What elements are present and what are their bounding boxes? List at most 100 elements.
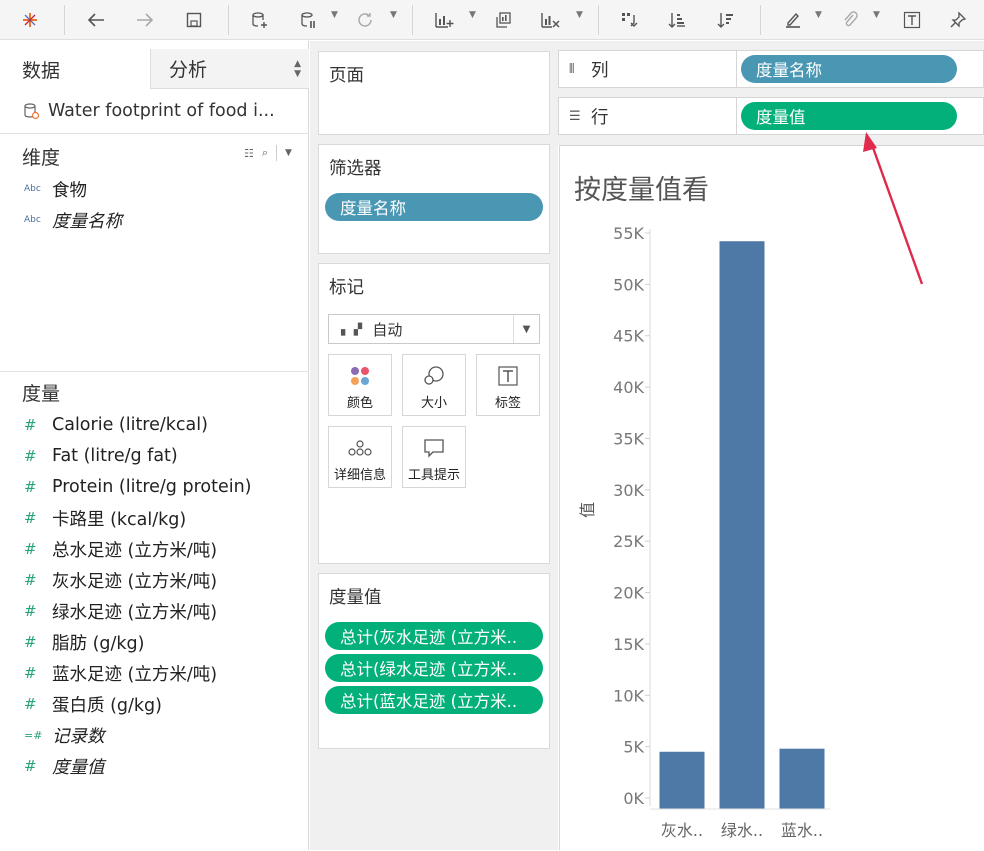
new-datasource-icon[interactable] — [247, 6, 271, 34]
x-tick-label: 灰水.. — [661, 821, 703, 840]
measure-field[interactable]: # 度量值 — [24, 753, 105, 779]
clear-dropdown-icon[interactable]: ▼ — [576, 10, 583, 20]
chevron-down-icon[interactable]: ▼ — [513, 315, 539, 343]
measure-field[interactable]: # 蛋白质 (g/kg) — [24, 691, 162, 717]
field-name: 绿水足迹 (立方米/吨) — [52, 602, 218, 623]
measure-field[interactable]: # Calorie (litre/kcal) — [24, 412, 208, 438]
measure-field[interactable]: # Protein (litre/g protein) — [24, 474, 252, 500]
y-tick-label: 5K — [623, 738, 644, 757]
number-type-icon: # — [24, 664, 37, 682]
field-name: 度量值 — [52, 757, 105, 778]
size-button[interactable]: 大小 — [402, 354, 466, 416]
text-label-icon[interactable] — [900, 6, 924, 34]
bar — [659, 751, 705, 809]
attach-dropdown-icon[interactable]: ▼ — [873, 10, 880, 20]
redo-icon[interactable] — [133, 6, 157, 34]
rows-pill-measure-values[interactable]: 度量值 — [741, 102, 957, 130]
swap-icon[interactable] — [617, 6, 641, 34]
number-type-icon: # — [24, 571, 37, 589]
field-name: Protein (litre/g protein) — [52, 477, 252, 497]
number-type-icon: =# — [24, 728, 43, 742]
y-tick-label: 55K — [613, 224, 644, 243]
new-worksheet-icon[interactable] — [432, 6, 456, 34]
measure-value-pill-blue-water[interactable]: 总计(蓝水足迹 (立方米.. — [325, 686, 543, 714]
x-tick-label: 蓝水.. — [781, 821, 823, 840]
mark-type-select[interactable]: ▖▗▘ 自动 ▼ — [328, 314, 540, 344]
dimension-field-measure-names[interactable]: Abc 度量名称 — [24, 207, 122, 233]
list-view-icon[interactable]: ☷ — [244, 147, 254, 160]
label-button[interactable]: 标签 — [476, 354, 540, 416]
highlight-icon[interactable] — [781, 6, 805, 34]
marks-title: 标记 — [329, 278, 364, 298]
columns-shelf[interactable]: ⫴ 列 度量名称 — [558, 50, 984, 88]
dimension-menu-dropdown-icon[interactable]: ▼ — [285, 148, 292, 158]
undo-icon[interactable] — [84, 6, 108, 34]
columns-shelf-label: ⫴ 列 — [559, 51, 737, 87]
measure-value-pill-green-water[interactable]: 总计(绿水足迹 (立方米.. — [325, 654, 543, 682]
text-icon — [498, 366, 518, 386]
dimensions-title: 维度 — [22, 147, 61, 169]
tooltip-button[interactable]: 工具提示 — [402, 426, 466, 488]
filters-card[interactable]: 筛选器 度量名称 — [318, 144, 550, 254]
filter-pill-measure-names[interactable]: 度量名称 — [325, 193, 543, 221]
save-icon[interactable] — [182, 6, 206, 34]
measure-values-title: 度量值 — [329, 588, 382, 608]
measure-field[interactable]: # 灰水足迹 (立方米/吨) — [24, 567, 217, 593]
string-type-icon: Abc — [24, 184, 41, 194]
field-name: 灰水足迹 (立方米/吨) — [52, 571, 218, 592]
toolbar-separator — [412, 5, 413, 35]
bar — [719, 241, 765, 809]
duplicate-icon[interactable] — [491, 6, 515, 34]
new-worksheet-dropdown-icon[interactable]: ▼ — [469, 10, 476, 20]
refresh-icon[interactable] — [353, 6, 377, 34]
string-type-icon: Abc — [24, 215, 41, 225]
number-type-icon: # — [24, 416, 37, 434]
color-icon — [351, 367, 369, 385]
pin-icon[interactable] — [946, 6, 970, 34]
divider — [0, 133, 309, 134]
filters-title: 筛选器 — [329, 159, 382, 179]
rows-shelf[interactable]: ☰ 行 度量值 — [558, 97, 984, 135]
y-tick-label: 40K — [613, 378, 644, 397]
y-tick-label: 0K — [623, 789, 644, 808]
sort-descending-icon[interactable] — [714, 6, 738, 34]
color-label: 颜色 — [346, 396, 373, 411]
shelf-area: ⫴ 列 度量名称 ☰ 行 度量值 — [558, 41, 984, 145]
pages-card[interactable]: 页面 — [318, 51, 550, 135]
datasource[interactable]: Water footprint of food i... — [22, 97, 275, 125]
rows-shelf-label: ☰ 行 — [559, 98, 737, 134]
measure-field[interactable]: # 脂肪 (g/kg) — [24, 629, 144, 655]
chart-title: 按度量值看 — [574, 175, 709, 206]
tab-analysis[interactable]: 分析 ▲ ▼ — [150, 49, 309, 89]
measure-field[interactable]: =# 记录数 — [24, 722, 105, 748]
measure-field[interactable]: # 卡路里 (kcal/kg) — [24, 505, 186, 531]
sort-ascending-icon[interactable] — [665, 6, 689, 34]
color-button[interactable]: 颜色 — [328, 354, 392, 416]
detail-button[interactable]: 详细信息 — [328, 426, 392, 488]
dimension-tools: ☷ ⌕ ▼ — [244, 145, 292, 161]
data-pane: 数据 分析 ▲ ▼ Water footprint of food i... 维度… — [0, 41, 309, 850]
highlight-dropdown-icon[interactable]: ▼ — [815, 10, 822, 20]
measure-field[interactable]: # Fat (litre/g fat) — [24, 443, 178, 469]
tableau-logo-icon[interactable] — [18, 6, 42, 34]
search-icon[interactable]: ⌕ — [262, 146, 268, 160]
pause-dropdown-icon[interactable]: ▼ — [331, 10, 338, 20]
measure-field[interactable]: # 总水足迹 (立方米/吨) — [24, 536, 217, 562]
tab-data[interactable]: 数据 — [0, 49, 150, 89]
rows-label: 行 — [591, 107, 609, 128]
attach-icon[interactable] — [838, 6, 862, 34]
measure-field[interactable]: # 绿水足迹 (立方米/吨) — [24, 598, 217, 624]
pause-icon[interactable] — [296, 6, 320, 34]
datasource-icon — [24, 103, 40, 120]
columns-pill-measure-names[interactable]: 度量名称 — [741, 55, 957, 83]
refresh-dropdown-icon[interactable]: ▼ — [390, 10, 397, 20]
field-name: 记录数 — [52, 726, 105, 747]
number-type-icon: # — [24, 633, 37, 651]
dimension-field-food[interactable]: Abc 食物 — [24, 176, 87, 202]
measure-value-pill-grey-water[interactable]: 总计(灰水足迹 (立方米.. — [325, 622, 543, 650]
y-tick-label: 45K — [613, 327, 644, 346]
field-name: 蓝水足迹 (立方米/吨) — [52, 664, 218, 685]
clear-icon[interactable] — [538, 6, 562, 34]
measure-field[interactable]: # 蓝水足迹 (立方米/吨) — [24, 660, 217, 686]
bar-chart: 0K 5K 10K 15K 20K 25K 30K 35K 40K 45K 50K 55K 值灰水.. 绿… — [578, 224, 830, 840]
